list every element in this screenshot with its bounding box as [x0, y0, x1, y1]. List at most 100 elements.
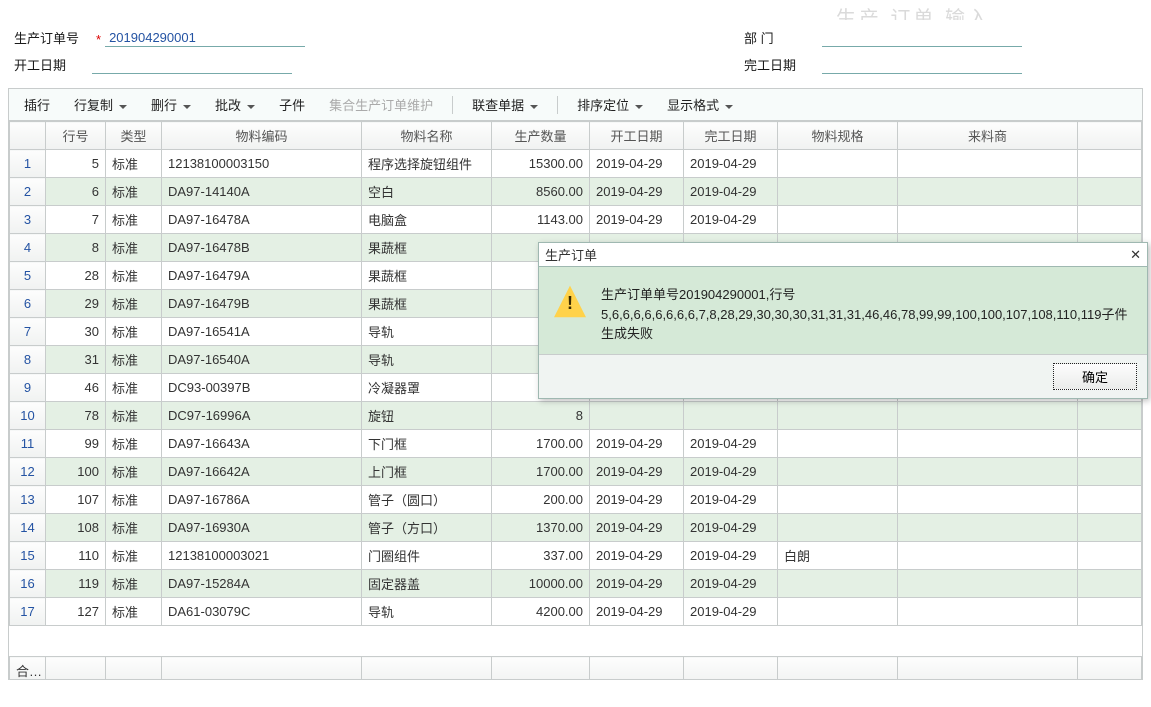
cell-end[interactable]: 2019-04-29	[684, 458, 778, 486]
cell-end[interactable]: 2019-04-29	[684, 514, 778, 542]
cell-start[interactable]: 2019-04-29	[590, 486, 684, 514]
col-lineno[interactable]: 行号	[46, 122, 106, 150]
cell-name[interactable]: 固定器盖	[362, 570, 492, 598]
cell-name[interactable]: 管子（方口）	[362, 514, 492, 542]
cell-lineno[interactable]: 6	[46, 178, 106, 206]
cell-spec[interactable]	[778, 458, 898, 486]
cell-code[interactable]: DA97-16479B	[162, 290, 362, 318]
cell-end[interactable]: 2019-04-29	[684, 150, 778, 178]
cell-code[interactable]: 12138100003021	[162, 542, 362, 570]
cell-type[interactable]: 标准	[106, 178, 162, 206]
sort-locate-button[interactable]: 排序定位	[566, 91, 654, 118]
cell-code[interactable]: DA97-14140A	[162, 178, 362, 206]
input-start-date[interactable]	[92, 72, 292, 74]
cell-type[interactable]: 标准	[106, 374, 162, 402]
cell-spec[interactable]	[778, 598, 898, 626]
cell-start[interactable]: 2019-04-29	[590, 458, 684, 486]
cell-qty[interactable]: 337.00	[492, 542, 590, 570]
cell-code[interactable]: DA97-16930A	[162, 514, 362, 542]
table-row[interactable]: 16119标准DA97-15284A固定器盖10000.002019-04-29…	[10, 570, 1142, 598]
child-item-button[interactable]: 子件	[268, 91, 316, 118]
cell-spec[interactable]	[778, 514, 898, 542]
cell-name[interactable]: 空白	[362, 178, 492, 206]
cell-code[interactable]: DA97-16541A	[162, 318, 362, 346]
cell-type[interactable]: 标准	[106, 206, 162, 234]
row-index[interactable]: 11	[10, 430, 46, 458]
cell-supplier[interactable]	[898, 542, 1078, 570]
col-supplier[interactable]: 来料商	[898, 122, 1078, 150]
cell-code[interactable]: 12138100003150	[162, 150, 362, 178]
table-row[interactable]: 26标准DA97-14140A空白8560.002019-04-292019-0…	[10, 178, 1142, 206]
cell-name[interactable]: 电脑盒	[362, 206, 492, 234]
cell-lineno[interactable]: 100	[46, 458, 106, 486]
cell-type[interactable]: 标准	[106, 458, 162, 486]
table-row[interactable]: 17127标准DA61-03079C导轨4200.002019-04-29201…	[10, 598, 1142, 626]
display-format-button[interactable]: 显示格式	[656, 91, 744, 118]
cell-lineno[interactable]: 127	[46, 598, 106, 626]
cell-start[interactable]: 2019-04-29	[590, 570, 684, 598]
close-icon[interactable]: ✕	[1130, 247, 1141, 263]
ok-button[interactable]: 确定	[1053, 363, 1137, 390]
row-index[interactable]: 3	[10, 206, 46, 234]
cell-type[interactable]: 标准	[106, 290, 162, 318]
col-type[interactable]: 类型	[106, 122, 162, 150]
cell-supplier[interactable]	[898, 458, 1078, 486]
cell-spec[interactable]	[778, 402, 898, 430]
cell-qty[interactable]: 8	[492, 402, 590, 430]
col-qty[interactable]: 生产数量	[492, 122, 590, 150]
cell-qty[interactable]: 200.00	[492, 486, 590, 514]
cell-spec[interactable]	[778, 570, 898, 598]
row-index[interactable]: 8	[10, 346, 46, 374]
cell-supplier[interactable]	[898, 514, 1078, 542]
col-start[interactable]: 开工日期	[590, 122, 684, 150]
cell-spec[interactable]	[778, 206, 898, 234]
cell-qty[interactable]: 8560.00	[492, 178, 590, 206]
cell-name[interactable]: 管子（圆口）	[362, 486, 492, 514]
cell-start[interactable]: 2019-04-29	[590, 206, 684, 234]
cell-end[interactable]: 2019-04-29	[684, 486, 778, 514]
cell-type[interactable]: 标准	[106, 542, 162, 570]
cell-lineno[interactable]: 99	[46, 430, 106, 458]
cell-lineno[interactable]: 7	[46, 206, 106, 234]
cell-type[interactable]: 标准	[106, 402, 162, 430]
cell-start[interactable]: 2019-04-29	[590, 430, 684, 458]
cell-type[interactable]: 标准	[106, 514, 162, 542]
cell-code[interactable]: DA97-16643A	[162, 430, 362, 458]
cell-lineno[interactable]: 119	[46, 570, 106, 598]
table-row[interactable]: 1078标准DC97-16996A旋钮8	[10, 402, 1142, 430]
cell-supplier[interactable]	[898, 486, 1078, 514]
cell-lineno[interactable]: 30	[46, 318, 106, 346]
cell-lineno[interactable]: 107	[46, 486, 106, 514]
cell-end[interactable]: 2019-04-29	[684, 570, 778, 598]
cell-lineno[interactable]: 28	[46, 262, 106, 290]
cell-start[interactable]	[590, 402, 684, 430]
cell-qty[interactable]: 1700.00	[492, 458, 590, 486]
cell-lineno[interactable]: 5	[46, 150, 106, 178]
row-index[interactable]: 6	[10, 290, 46, 318]
cell-type[interactable]: 标准	[106, 486, 162, 514]
cell-spec[interactable]	[778, 178, 898, 206]
cell-type[interactable]: 标准	[106, 318, 162, 346]
input-dept[interactable]	[822, 45, 1022, 47]
table-row[interactable]: 14108标准DA97-16930A管子（方口）1370.002019-04-2…	[10, 514, 1142, 542]
cell-lineno[interactable]: 29	[46, 290, 106, 318]
field-order-no[interactable]: 生产订单号 * 201904290001	[14, 28, 704, 47]
col-name[interactable]: 物料名称	[362, 122, 492, 150]
row-index[interactable]: 17	[10, 598, 46, 626]
table-row[interactable]: 13107标准DA97-16786A管子（圆口）200.002019-04-29…	[10, 486, 1142, 514]
cell-lineno[interactable]: 8	[46, 234, 106, 262]
batch-edit-button[interactable]: 批改	[204, 91, 266, 118]
cell-start[interactable]: 2019-04-29	[590, 598, 684, 626]
col-code[interactable]: 物料编码	[162, 122, 362, 150]
cell-end[interactable]: 2019-04-29	[684, 598, 778, 626]
cell-code[interactable]: DA97-16786A	[162, 486, 362, 514]
cell-type[interactable]: 标准	[106, 346, 162, 374]
row-index[interactable]: 12	[10, 458, 46, 486]
cell-supplier[interactable]	[898, 598, 1078, 626]
field-end-date[interactable]: 完工日期	[744, 55, 1022, 74]
cell-type[interactable]: 标准	[106, 262, 162, 290]
cell-code[interactable]: DC93-00397B	[162, 374, 362, 402]
table-row[interactable]: 15标准12138100003150程序选择旋钮组件15300.002019-0…	[10, 150, 1142, 178]
cell-type[interactable]: 标准	[106, 598, 162, 626]
cell-spec[interactable]	[778, 150, 898, 178]
